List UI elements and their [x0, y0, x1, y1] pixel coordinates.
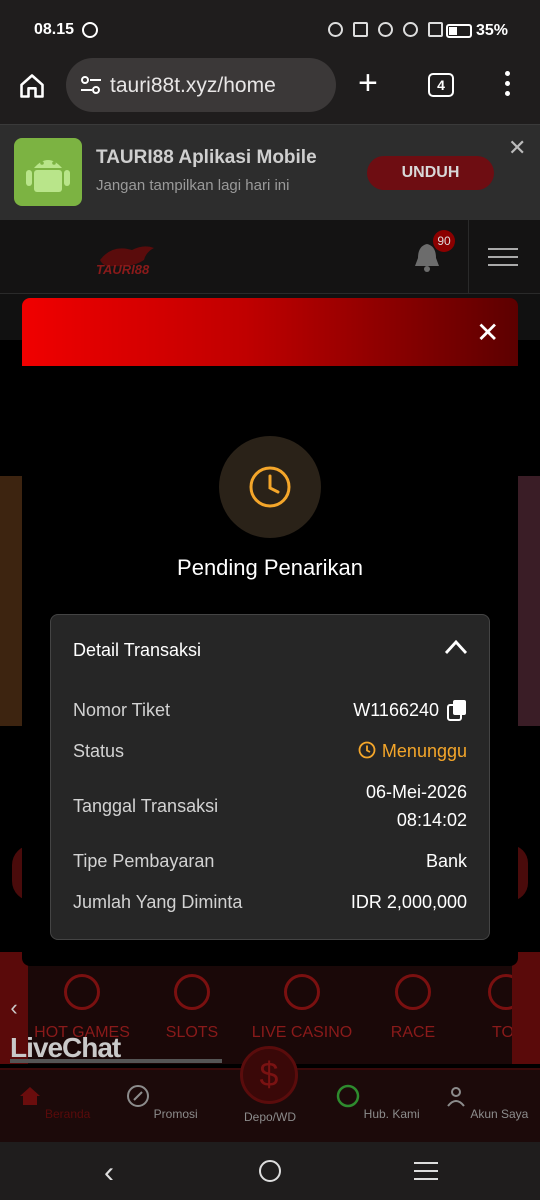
- tab-switcher-button[interactable]: 4: [428, 73, 454, 97]
- nfc-icon: [353, 22, 368, 37]
- status-time: 08.15: [34, 21, 75, 38]
- race-icon: [395, 974, 431, 1010]
- banner-edge-left: [0, 476, 22, 726]
- time-value: 08:14:02: [396, 810, 467, 830]
- category-label: RACE: [390, 1024, 436, 1041]
- nav-akun-saya[interactable]: Akun Saya: [441, 1084, 531, 1121]
- clock-icon: [249, 466, 291, 508]
- alarm-icon: [328, 22, 343, 37]
- battery-icon: [446, 24, 472, 38]
- browser-menu-button[interactable]: [500, 71, 514, 101]
- dollar-icon[interactable]: $: [240, 1046, 298, 1104]
- home-icon: [20, 74, 44, 98]
- chevron-up-icon[interactable]: [444, 639, 468, 655]
- cherry-icon: [174, 974, 210, 1010]
- system-home-icon[interactable]: [259, 1160, 281, 1182]
- address-bar[interactable]: tauri88t.xyz/home: [66, 58, 336, 112]
- category-label: TO: [492, 1024, 514, 1041]
- site-header: TAURI88: [0, 220, 540, 294]
- home-icon: [19, 1087, 40, 1105]
- android-icon: [14, 138, 82, 206]
- browser-home-button[interactable]: [18, 72, 48, 102]
- close-icon[interactable]: ✕: [476, 316, 499, 349]
- date-value: 06-Mei-2026: [365, 782, 467, 802]
- close-icon[interactable]: ✕: [508, 135, 526, 161]
- banner-dismiss-link[interactable]: Jangan tampilkan lagi hari ini: [96, 177, 289, 194]
- app-install-banner: TAURI88 Aplikasi Mobile Jangan tampilkan…: [0, 124, 540, 220]
- mute-icon: [378, 22, 393, 37]
- payment-type-label: Tipe Pembayaran: [73, 851, 215, 871]
- withdrawal-status-modal: ✕ Pending Penarikan Detail Transaksi Nom…: [22, 298, 518, 966]
- status-icons: [328, 22, 443, 37]
- fire-icon: [64, 974, 100, 1010]
- back-icon[interactable]: ‹: [104, 1156, 114, 1190]
- url-text: tauri88t.xyz/home: [110, 74, 276, 97]
- transaction-detail-card: Detail Transaksi Nomor Tiket W1166240 St…: [50, 614, 490, 940]
- banner-edge-right: [518, 476, 540, 726]
- status-label: Status: [73, 741, 125, 761]
- modal-header: ✕: [22, 298, 518, 366]
- hamburger-menu-icon[interactable]: [488, 248, 518, 266]
- ticket-label: Nomor Tiket: [73, 700, 171, 720]
- battery-percent: 35%: [476, 22, 509, 39]
- support-icon: [337, 1084, 360, 1108]
- banner-title: TAURI88 Aplikasi Mobile: [96, 147, 317, 168]
- amount-value: IDR 2,000,000: [350, 892, 467, 912]
- nav-label: Promosi: [153, 1107, 198, 1121]
- download-button[interactable]: UNDUH: [367, 156, 494, 190]
- payment-type-value: Bank: [425, 851, 467, 871]
- copy-icon[interactable]: [447, 699, 467, 721]
- notification-badge: 90: [433, 230, 455, 252]
- nav-label: Hub. Kami: [363, 1107, 420, 1121]
- signal-icon: [428, 22, 443, 37]
- ticket-value: W1166240: [353, 700, 439, 720]
- user-icon: [446, 1087, 465, 1107]
- header-divider: [468, 220, 469, 294]
- nav-label: Akun Saya: [470, 1107, 529, 1121]
- system-navigation-bar: ‹: [0, 1142, 540, 1200]
- nav-label: Depo/WD: [243, 1110, 296, 1124]
- dice-icon: [284, 974, 320, 1010]
- new-tab-button[interactable]: +: [358, 66, 378, 100]
- logo-text: TAURI88: [96, 262, 150, 277]
- nav-depo-wd[interactable]: Depo/WD: [225, 1110, 315, 1124]
- wifi-icon: [403, 22, 418, 37]
- nav-beranda[interactable]: Beranda: [9, 1084, 99, 1121]
- clock-icon: [358, 741, 376, 759]
- category-live-casino[interactable]: LIVE CASINO: [250, 974, 354, 1042]
- category-slots[interactable]: SLOTS: [152, 974, 232, 1042]
- nav-hub-kami[interactable]: Hub. Kami: [333, 1084, 423, 1121]
- whatsapp-icon: [82, 22, 98, 38]
- date-label: Tanggal Transaksi: [73, 796, 219, 816]
- amount-label: Jumlah Yang Diminta: [73, 892, 243, 912]
- pending-status-badge: [219, 436, 321, 538]
- percent-icon: [127, 1085, 150, 1107]
- status-bar: 08.15 35%: [0, 0, 540, 58]
- status-text: Menunggu: [381, 741, 467, 761]
- nav-promosi[interactable]: Promosi: [117, 1084, 207, 1121]
- recent-apps-icon[interactable]: [414, 1162, 438, 1180]
- nav-label: Beranda: [44, 1107, 91, 1121]
- status-value: Menunggu: [358, 741, 467, 762]
- chevron-right-icon[interactable]: [512, 952, 540, 1064]
- detail-heading: Detail Transaksi: [73, 640, 202, 660]
- site-settings-icon[interactable]: [80, 75, 102, 95]
- browser-toolbar: tauri88t.xyz/home + 4: [0, 58, 540, 124]
- category-race[interactable]: RACE: [378, 974, 448, 1042]
- livechat-underline: [10, 1059, 222, 1063]
- modal-title: Pending Penarikan: [177, 555, 363, 580]
- category-label: LIVE CASINO: [251, 1024, 353, 1041]
- category-label: SLOTS: [165, 1024, 219, 1041]
